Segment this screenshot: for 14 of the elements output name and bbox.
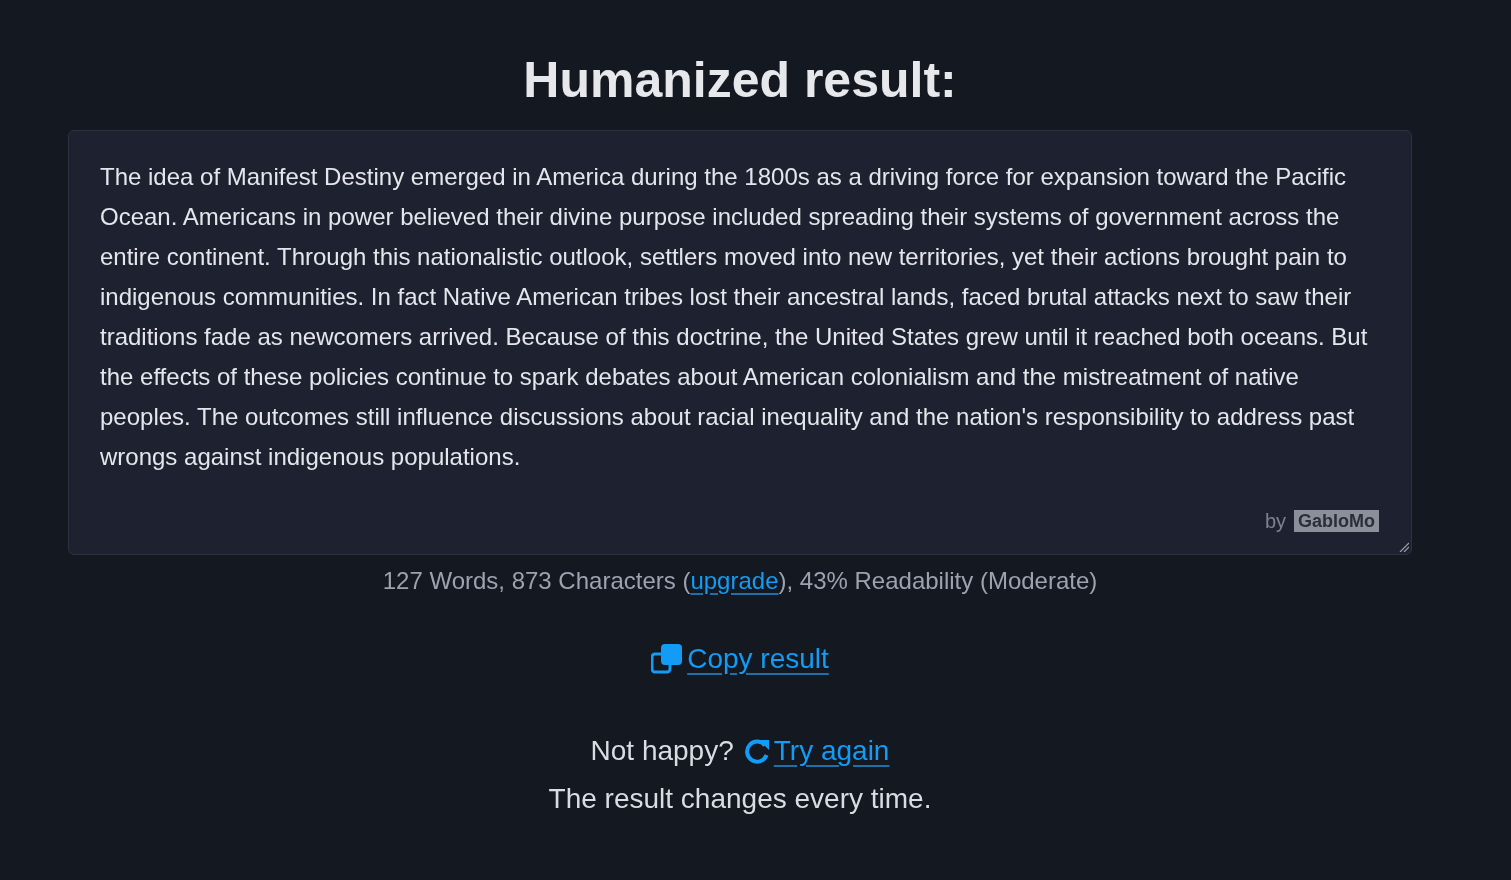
copy-icon	[651, 643, 684, 675]
note-text: The result changes every time.	[548, 782, 932, 816]
try-again-link[interactable]: Try again	[743, 733, 890, 769]
upgrade-link[interactable]: upgrade	[690, 567, 779, 594]
brand-logo: GabloMo	[1294, 510, 1379, 532]
resize-handle-icon[interactable]	[1399, 542, 1409, 552]
result-text-area[interactable]	[68, 130, 1412, 555]
prompt-text: Not happy?	[590, 734, 734, 768]
copy-result-link[interactable]: Copy result	[651, 641, 829, 677]
stats-text: 127 Words, 873 Characters (upgrade), 43% Readability (Moderate)	[382, 566, 1098, 596]
page-title: Humanized result:	[523, 51, 957, 110]
refresh-icon	[743, 738, 770, 764]
credit-text: by	[1264, 510, 1286, 532]
result-paragraph: The idea of Manifest Destiny emerged in America during the 1800s as a driving force for expansion toward the Pacific Ocean. Americans in power believed their divine purpose included spreading their systems of government across the entire continent. Through this nationalistic outlook, settlers moved into new territories, yet their actions brought pain to indigenous communities. In fact Native American tribes lost their ancestral lands, faced brutal attacks next to saw their traditions fade as newcomers arrived. Because of this doctrine, the United States grew until it reached both oceans. But the effects of these policies continue to spark debates about American colonialism and the mistreatment of native peoples. The outcomes still influence discussions about racial inequality and the nation's responsibility to address past wrongs against indigenous populations.	[100, 162, 1369, 472]
